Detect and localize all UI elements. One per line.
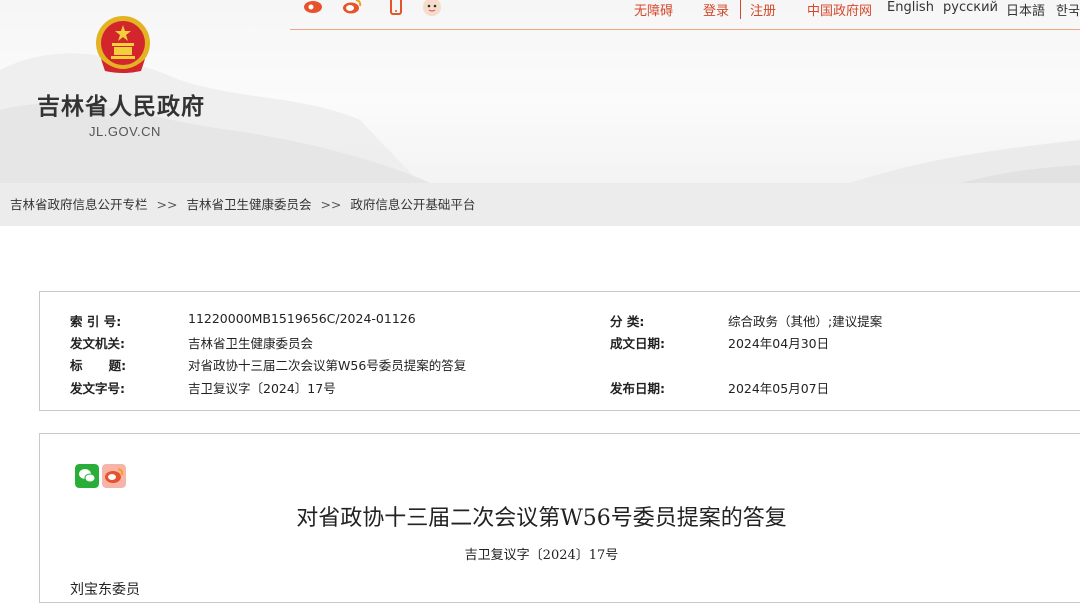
weibo-icon[interactable]	[341, 0, 363, 18]
site-title[interactable]: 吉林省人民政府	[37, 87, 205, 121]
title-label: 标 题:	[70, 358, 127, 373]
article-first-line: 刘宝东委员	[70, 582, 140, 598]
site-domain: JL.GOV.CN	[89, 124, 161, 139]
accessibility-link[interactable]: 无障碍	[634, 0, 673, 19]
issuer-value: 吉林省卫生健康委员会	[188, 336, 314, 351]
document-info-box: 索 引 号: 11220000MB1519656C/2024-01126 分 类…	[39, 291, 1080, 411]
china-gov-link[interactable]: 中国政府网	[807, 0, 872, 19]
info-row: 发文字号: 吉卫复议字〔2024〕17号 发布日期: 2024年05月07日	[40, 378, 1080, 398]
site-header: 无障碍 登录 注册 中国政府网 English русский 日本語 한국 吉…	[0, 0, 1080, 183]
mobile-icon[interactable]	[385, 0, 407, 18]
breadcrumb-item-public-info[interactable]: 吉林省政府信息公开专栏	[10, 197, 148, 212]
korean-link[interactable]: 한국	[1056, 0, 1080, 19]
top-bar: 无障碍 登录 注册 中国政府网 English русский 日本語 한국	[290, 0, 1080, 30]
article-title: 对省政协十三届二次会议第W56号委员提案的答复	[296, 506, 787, 531]
top-link-divider	[740, 0, 741, 19]
published-date-label: 发布日期:	[610, 381, 665, 396]
created-date-label: 成文日期:	[610, 336, 665, 351]
doc-number-label: 发文字号:	[70, 381, 125, 396]
index-label: 索 引 号:	[70, 314, 122, 329]
english-link[interactable]: English	[887, 0, 934, 15]
login-link[interactable]: 登录	[703, 0, 729, 19]
article-body: 对省政协十三届二次会议第W56号委员提案的答复 吉卫复议字〔2024〕17号 刘…	[39, 433, 1080, 603]
japanese-link[interactable]: 日本語	[1006, 0, 1045, 19]
robot-assistant-icon[interactable]	[421, 0, 443, 18]
article-doc-number: 吉卫复议字〔2024〕17号	[464, 548, 619, 563]
info-row: 索 引 号: 11220000MB1519656C/2024-01126 分 类…	[40, 311, 1080, 331]
breadcrumb-separator: >>	[320, 197, 342, 212]
breadcrumb-separator: >>	[156, 197, 178, 212]
issuer-label: 发文机关:	[70, 336, 125, 351]
weibo-share-icon[interactable]	[102, 464, 126, 488]
breadcrumb: 吉林省政府信息公开专栏 >> 吉林省卫生健康委员会 >> 政府信息公开基础平台	[0, 183, 1080, 226]
register-link[interactable]: 注册	[750, 0, 776, 19]
national-emblem-icon[interactable]	[93, 13, 153, 75]
index-value: 11220000MB1519656C/2024-01126	[188, 311, 416, 326]
published-date-value: 2024年05月07日	[728, 381, 830, 396]
info-row: 发文机关: 吉林省卫生健康委员会 成文日期: 2024年04月30日	[40, 333, 1080, 353]
created-date-value: 2024年04月30日	[728, 336, 830, 351]
doc-number-value: 吉卫复议字〔2024〕17号	[188, 381, 336, 396]
russian-link[interactable]: русский	[943, 0, 998, 15]
breadcrumb-item-platform[interactable]: 政府信息公开基础平台	[350, 197, 475, 212]
info-row: 标 题: 对省政协十三届二次会议第W56号委员提案的答复	[40, 355, 1080, 375]
category-value: 综合政务（其他）;建议提案	[728, 314, 883, 329]
category-label: 分 类:	[610, 314, 645, 329]
wechat-share-icon[interactable]	[75, 464, 99, 488]
title-value: 对省政协十三届二次会议第W56号委员提案的答复	[188, 358, 467, 373]
breadcrumb-item-health-commission[interactable]: 吉林省卫生健康委员会	[186, 197, 311, 212]
weibo-red-icon[interactable]	[302, 0, 324, 18]
